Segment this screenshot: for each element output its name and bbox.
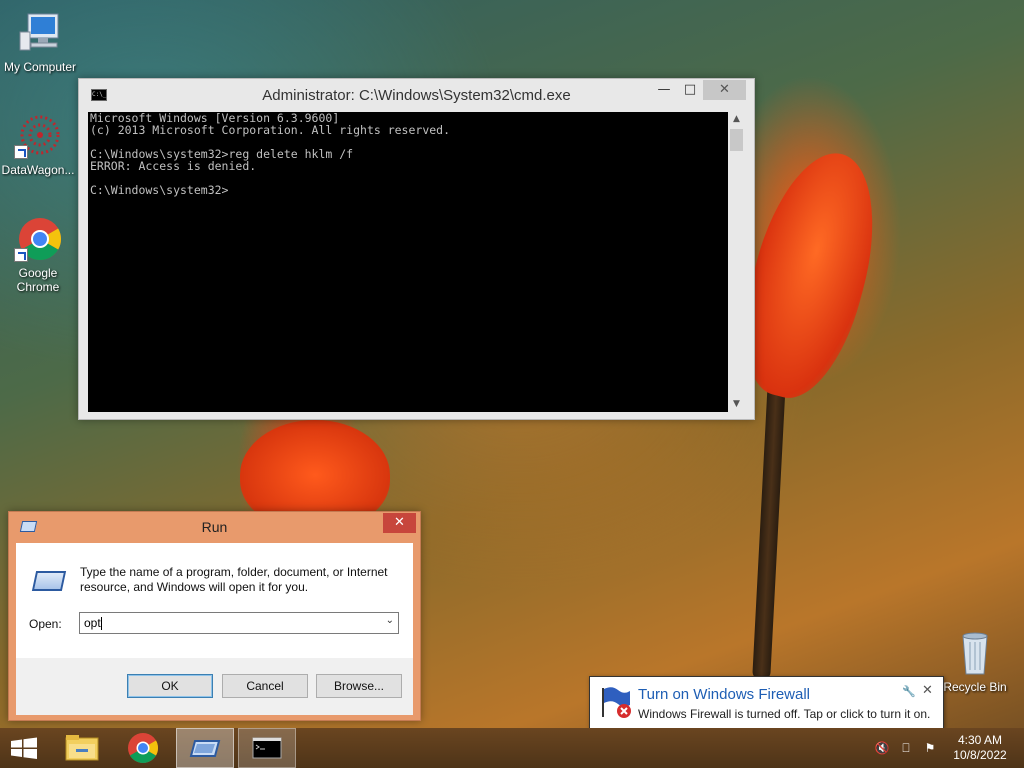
computer-icon [16,10,64,56]
desktop-icon-label: My Computer [3,60,77,74]
start-button[interactable] [0,728,48,768]
shortcut-arrow-icon [14,248,28,262]
cmd-console[interactable]: Microsoft Windows [Version 6.3.9600] (c)… [88,112,728,412]
text-caret [100,617,102,631]
recycle-bin-icon [951,630,999,676]
run-titlebar[interactable]: Run ✕ [9,512,420,542]
run-dialog-body: Type the name of a program, folder, docu… [16,543,413,715]
chevron-down-icon[interactable]: ⌄ [386,615,394,626]
taskbar-file-explorer[interactable] [56,728,110,768]
cmd-titlebar[interactable]: C:\_ Administrator: C:\Windows\System32\… [79,79,754,111]
console-line: (c) 2013 Microsoft Corporation. All righ… [90,123,451,137]
desktop-icon-label: DataWagon... [1,163,75,177]
shortcut-arrow-icon [14,145,28,159]
network-icon[interactable]: ⎕ [898,740,914,756]
run-icon [31,571,67,591]
close-button[interactable]: ✕ [703,80,746,100]
run-content-panel: Type the name of a program, folder, docu… [16,543,413,658]
action-center-alert-icon[interactable]: ⚑ [922,740,938,756]
windows-logo-icon [11,737,37,759]
desktop-icon-label: Google Chrome [16,266,60,294]
wrench-icon[interactable]: 🔧 [902,685,916,698]
folder-icon [65,735,99,761]
taskbar-run[interactable] [176,728,234,768]
taskbar-clock[interactable]: 4:30 AM 10/8/2022 [950,733,1010,763]
cmd-window[interactable]: C:\_ Administrator: C:\Windows\System32\… [78,78,755,420]
ok-button[interactable]: OK [127,674,213,698]
scroll-up-arrow-icon[interactable]: ▲ [728,112,745,127]
console-line: ERROR: Access is denied. [90,159,257,173]
open-label: Open: [29,617,62,631]
cancel-button[interactable]: Cancel [222,674,308,698]
taskbar-command-prompt[interactable] [238,728,296,768]
desktop-icon-my-computer[interactable]: My Computer [0,10,80,74]
desktop-icon-recycle-bin[interactable]: Recycle Bin [935,630,1015,694]
run-icon [189,740,221,757]
scrollbar-thumb[interactable] [730,129,743,151]
run-dialog-title: Run [201,519,228,535]
open-input-value[interactable]: opt [84,616,101,630]
datawagon-icon [14,113,62,159]
firewall-notification[interactable]: Turn on Windows Firewall Windows Firewal… [589,676,944,739]
scroll-down-arrow-icon[interactable]: ▼ [728,397,745,412]
maximize-button[interactable]: □ [677,80,703,100]
cmd-vertical-scrollbar[interactable]: ▲ ▼ [728,112,745,412]
taskbar: 🔇 ⎕ ⚑ 4:30 AM 10/8/2022 [0,728,1024,768]
notification-title[interactable]: Turn on Windows Firewall [638,686,810,703]
firewall-flag-icon [600,685,634,719]
run-description: Type the name of a program, folder, docu… [80,565,388,594]
desktop-icon-datawagon[interactable]: DataWagon... [0,113,78,177]
chrome-icon [14,216,62,262]
wallpaper-tulip-stem [752,379,786,681]
minimize-button[interactable]: — [651,80,677,100]
volume-muted-icon[interactable]: 🔇 [874,740,890,756]
notification-message[interactable]: Windows Firewall is turned off. Tap or c… [638,707,930,721]
desktop-icon-google-chrome[interactable]: Google Chrome [0,216,78,294]
clock-time: 4:30 AM [957,733,1003,747]
console-prompt: C:\Windows\system32> [90,183,229,197]
desktop-icon-label: Recycle Bin [943,680,1007,694]
open-combobox[interactable]: opt ⌄ [79,612,399,634]
run-close-button[interactable]: ✕ [383,513,416,533]
command-prompt-icon [252,737,282,759]
notification-close-icon[interactable]: ✕ [922,683,933,698]
run-dialog[interactable]: Run ✕ Type the name of a program, folder… [8,511,421,721]
browse-button[interactable]: Browse... [316,674,402,698]
chrome-icon [128,733,159,764]
clock-date: 10/8/2022 [953,748,1007,762]
taskbar-google-chrome[interactable] [117,728,171,768]
